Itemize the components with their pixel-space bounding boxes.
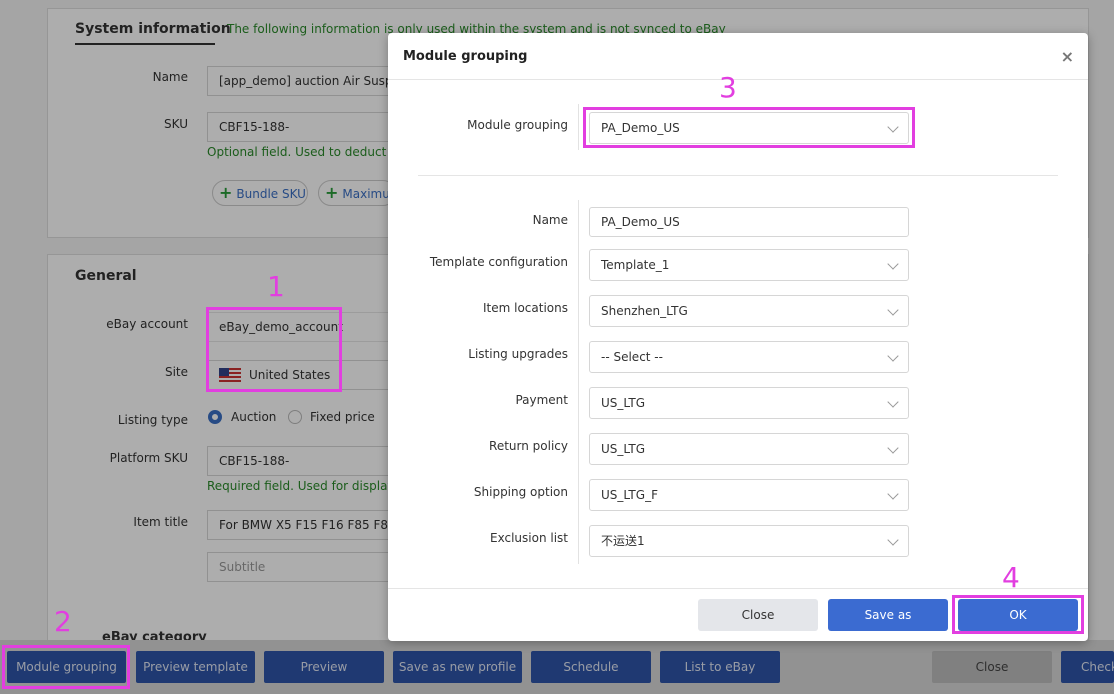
save-as-button[interactable]: Save as [828,599,948,631]
name-field-label: Name [532,213,568,227]
annotation-number-3: 3 [719,71,737,104]
highlight-box-module-grouping-button [2,645,130,689]
payment-select[interactable]: US_LTG [589,387,909,419]
highlight-box-ok-button [952,595,1084,634]
modal-footer-divider [388,588,1088,589]
payment-value: US_LTG [601,396,646,410]
exclusion-list-select[interactable]: 不运送1 [589,525,909,557]
chevron-down-icon [887,258,899,270]
modal-title: Module grouping [403,49,528,64]
item-locations-select[interactable]: Shenzhen_LTG [589,295,909,327]
exclusion-list-label: Exclusion list [490,531,568,545]
group-vertical-divider [578,104,579,150]
name-field-input[interactable]: PA_Demo_US [589,207,909,237]
module-grouping-label: Module grouping [467,118,568,132]
highlight-box-module-grouping-select [583,107,915,148]
item-locations-label: Item locations [483,301,568,315]
return-policy-label: Return policy [489,439,568,453]
annotation-number-4: 4 [1002,561,1020,594]
modal-header-divider [388,79,1088,80]
exclusion-list-value: 不运送1 [601,534,645,548]
chevron-down-icon [887,442,899,454]
template-configuration-value: Template_1 [601,258,670,272]
payment-label: Payment [515,393,568,407]
modal-close-button[interactable]: Close [698,599,818,631]
listing-upgrades-label: Listing upgrades [468,347,568,361]
template-configuration-select[interactable]: Template_1 [589,249,909,281]
listing-upgrades-select[interactable]: -- Select -- [589,341,909,373]
return-policy-value: US_LTG [601,442,646,456]
chevron-down-icon [887,304,899,316]
chevron-down-icon [887,534,899,546]
listing-upgrades-value: -- Select -- [601,350,663,364]
shipping-option-label: Shipping option [473,485,568,499]
chevron-down-icon [887,396,899,408]
modal-close-icon[interactable]: × [1061,47,1074,66]
name-field-value: PA_Demo_US [601,215,680,229]
item-locations-value: Shenzhen_LTG [601,304,688,318]
group-divider [418,175,1058,176]
annotation-number-1: 1 [267,270,285,303]
shipping-option-select[interactable]: US_LTG_F [589,479,909,511]
template-configuration-label: Template configuration [429,255,568,269]
shipping-option-value: US_LTG_F [601,488,658,502]
chevron-down-icon [887,350,899,362]
chevron-down-icon [887,488,899,500]
annotation-number-2: 2 [54,605,72,638]
fields-vertical-divider [578,200,579,564]
return-policy-select[interactable]: US_LTG [589,433,909,465]
highlight-box-account-site [206,307,342,392]
